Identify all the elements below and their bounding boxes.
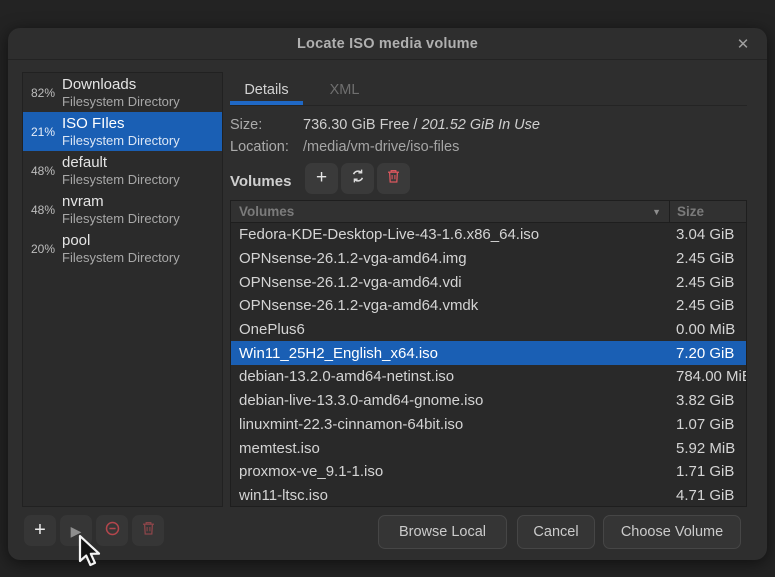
- pool-item[interactable]: 82% Downloads Filesystem Directory: [23, 73, 222, 112]
- add-volume-button[interactable]: +: [305, 163, 338, 194]
- refresh-volumes-button[interactable]: [341, 163, 374, 194]
- pool-type: Filesystem Directory: [62, 94, 180, 110]
- table-row[interactable]: Fedora-KDE-Desktop-Live-43-1.6.x86_64.is…: [231, 223, 746, 247]
- volume-name-cell: debian-live-13.3.0-amd64-gnome.iso: [231, 392, 669, 409]
- cancel-button[interactable]: Cancel: [517, 515, 595, 549]
- tab-details[interactable]: Details: [230, 75, 303, 105]
- volume-size-cell: 5.92 MiB: [669, 440, 746, 457]
- locate-iso-dialog: Locate ISO media volume ✕ 82% Downloads …: [8, 28, 767, 560]
- pool-item[interactable]: 48% nvram Filesystem Directory: [23, 190, 222, 229]
- table-row[interactable]: win11-ltsc.iso 4.71 GiB: [231, 484, 746, 507]
- volume-size-cell: 4.71 GiB: [669, 487, 746, 504]
- pool-item[interactable]: 48% default Filesystem Directory: [23, 151, 222, 190]
- size-value: 736.30 GiB Free / 201.52 GiB In Use: [303, 117, 540, 137]
- pool-usage-percent: 20%: [31, 242, 59, 256]
- detail-tabbar: Details XML: [230, 75, 747, 106]
- pool-type: Filesystem Directory: [62, 172, 180, 188]
- table-body: Fedora-KDE-Desktop-Live-43-1.6.x86_64.is…: [231, 223, 746, 507]
- tab-xml[interactable]: XML: [308, 75, 381, 105]
- table-row[interactable]: debian-13.2.0-amd64-netinst.iso 784.00 M…: [231, 365, 746, 389]
- dialog-title: Locate ISO media volume: [297, 36, 478, 52]
- pool-list: 82% Downloads Filesystem Directory 21% I…: [22, 72, 223, 507]
- volume-name-cell: memtest.iso: [231, 440, 669, 457]
- column-header-size[interactable]: Size: [669, 201, 746, 222]
- close-icon[interactable]: ✕: [733, 34, 753, 54]
- pool-type: Filesystem Directory: [62, 250, 180, 266]
- table-row[interactable]: OnePlus6 0.00 MiB: [231, 318, 746, 342]
- table-row[interactable]: OPNsense-26.1.2-vga-amd64.vdi 2.45 GiB: [231, 270, 746, 294]
- pool-item[interactable]: 21% ISO FIles Filesystem Directory: [23, 112, 222, 151]
- table-row[interactable]: linuxmint-22.3-cinnamon-64bit.iso 1.07 G…: [231, 413, 746, 437]
- volume-size-cell: 1.71 GiB: [669, 463, 746, 480]
- pool-name: Downloads: [62, 76, 180, 94]
- delete-pool-button[interactable]: [132, 515, 164, 546]
- sort-desc-icon: ▼: [652, 207, 661, 217]
- table-row[interactable]: Win11_25H2_English_x64.iso 7.20 GiB: [231, 341, 746, 365]
- location-value: /media/vm-drive/iso-files: [303, 139, 459, 159]
- pool-name: pool: [62, 232, 180, 250]
- volume-name-cell: Win11_25H2_English_x64.iso: [231, 345, 669, 362]
- volume-name-cell: OnePlus6: [231, 321, 669, 338]
- volume-size-cell: 1.07 GiB: [669, 416, 746, 433]
- location-row: Location: /media/vm-drive/iso-files: [230, 139, 747, 159]
- table-row[interactable]: memtest.iso 5.92 MiB: [231, 436, 746, 460]
- choose-volume-button[interactable]: Choose Volume: [603, 515, 741, 549]
- volume-name-cell: win11-ltsc.iso: [231, 487, 669, 504]
- plus-icon: +: [316, 168, 327, 187]
- pool-type: Filesystem Directory: [62, 133, 180, 149]
- volume-size-cell: 3.04 GiB: [669, 226, 746, 243]
- volume-name-cell: Fedora-KDE-Desktop-Live-43-1.6.x86_64.is…: [231, 226, 669, 243]
- start-pool-button[interactable]: ▶: [60, 515, 92, 546]
- volume-name-cell: OPNsense-26.1.2-vga-amd64.img: [231, 250, 669, 267]
- pool-name: ISO FIles: [62, 115, 180, 133]
- browse-local-button[interactable]: Browse Local: [378, 515, 507, 549]
- size-row: Size: 736.30 GiB Free / 201.52 GiB In Us…: [230, 117, 747, 137]
- size-label: Size:: [230, 117, 303, 137]
- table-row[interactable]: debian-live-13.3.0-amd64-gnome.iso 3.82 …: [231, 389, 746, 413]
- location-label: Location:: [230, 139, 303, 159]
- table-header: Volumes ▼ Size: [231, 201, 746, 223]
- add-pool-button[interactable]: +: [24, 515, 56, 546]
- column-header-volumes[interactable]: Volumes ▼: [231, 201, 669, 222]
- trash-icon: [141, 520, 156, 541]
- volume-size-cell: 2.45 GiB: [669, 297, 746, 314]
- play-icon: ▶: [71, 524, 82, 538]
- volume-name-cell: linuxmint-22.3-cinnamon-64bit.iso: [231, 416, 669, 433]
- pool-type: Filesystem Directory: [62, 211, 180, 227]
- pool-usage-percent: 82%: [31, 86, 59, 100]
- pool-name: nvram: [62, 193, 180, 211]
- volumes-table: Volumes ▼ Size Fedora-KDE-Desktop-Live-4…: [230, 200, 747, 507]
- volume-size-cell: 0.00 MiB: [669, 321, 746, 338]
- stop-pool-button[interactable]: [96, 515, 128, 546]
- pool-usage-percent: 48%: [31, 164, 59, 178]
- volume-size-cell: 2.45 GiB: [669, 250, 746, 267]
- volumes-section-label: Volumes: [230, 173, 291, 190]
- pool-name: default: [62, 154, 180, 172]
- plus-icon: +: [34, 520, 46, 540]
- table-row[interactable]: OPNsense-26.1.2-vga-amd64.vmdk 2.45 GiB: [231, 294, 746, 318]
- volume-size-cell: 3.82 GiB: [669, 392, 746, 409]
- volume-size-cell: 2.45 GiB: [669, 274, 746, 291]
- trash-icon: [386, 168, 401, 189]
- pool-usage-percent: 48%: [31, 203, 59, 217]
- table-row[interactable]: proxmox-ve_9.1-1.iso 1.71 GiB: [231, 460, 746, 484]
- stop-circle-icon: [104, 520, 121, 542]
- volume-size-cell: 7.20 GiB: [669, 345, 746, 362]
- delete-volume-button[interactable]: [377, 163, 410, 194]
- refresh-icon: [350, 168, 366, 189]
- volume-name-cell: OPNsense-26.1.2-vga-amd64.vdi: [231, 274, 669, 291]
- volume-name-cell: proxmox-ve_9.1-1.iso: [231, 463, 669, 480]
- volume-name-cell: OPNsense-26.1.2-vga-amd64.vmdk: [231, 297, 669, 314]
- volume-size-cell: 784.00 MiB: [669, 368, 746, 385]
- volume-name-cell: debian-13.2.0-amd64-netinst.iso: [231, 368, 669, 385]
- pool-item[interactable]: 20% pool Filesystem Directory: [23, 229, 222, 268]
- dialog-titlebar: Locate ISO media volume ✕: [8, 28, 767, 60]
- pool-usage-percent: 21%: [31, 125, 59, 139]
- table-row[interactable]: OPNsense-26.1.2-vga-amd64.img 2.45 GiB: [231, 247, 746, 271]
